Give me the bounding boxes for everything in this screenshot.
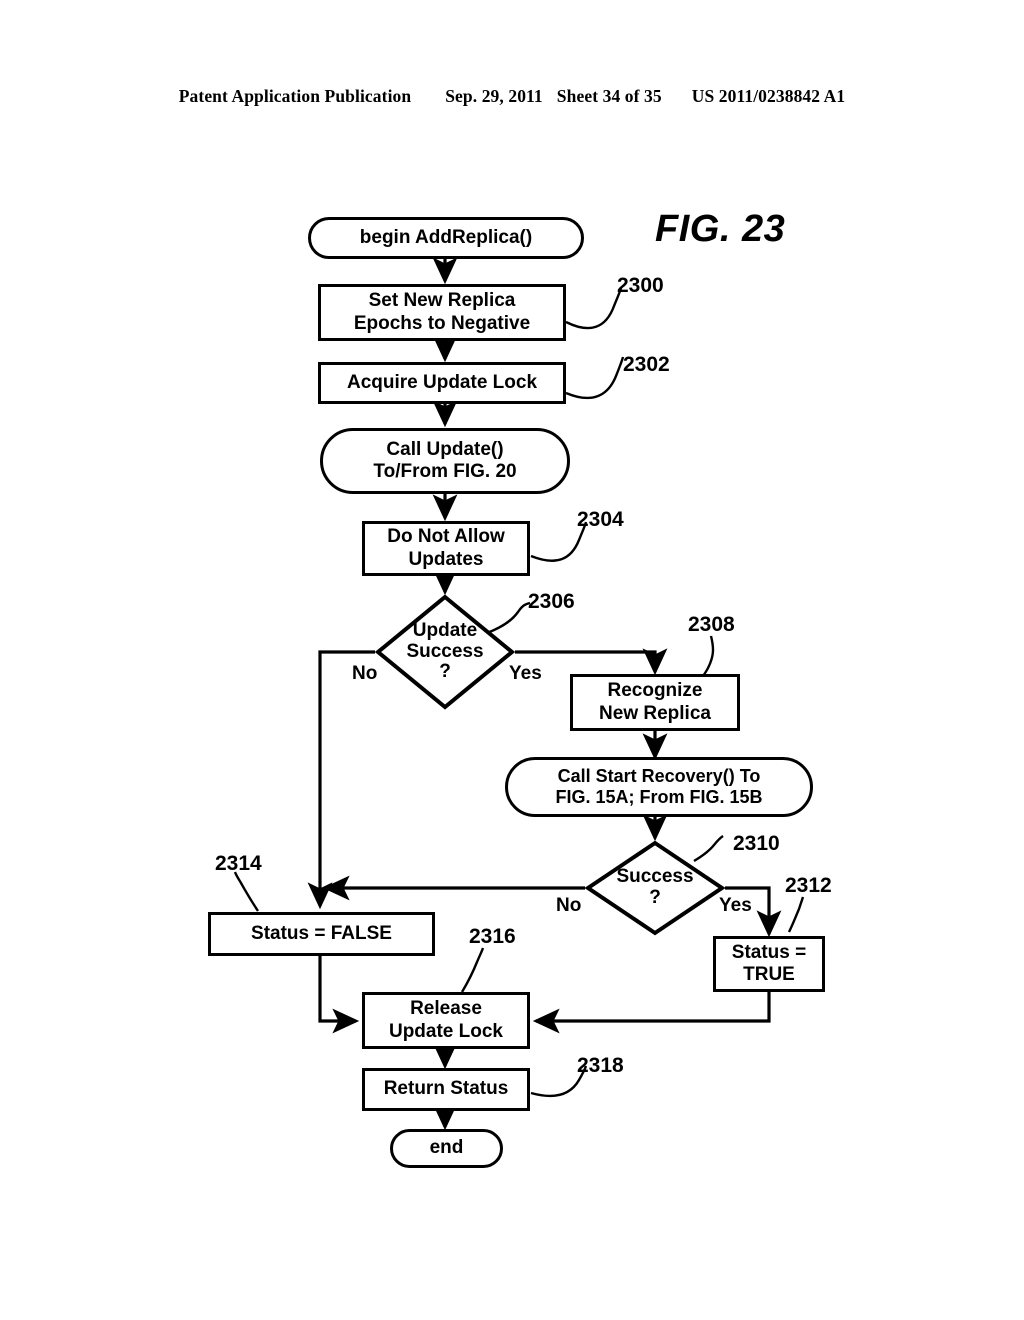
node-return-status-label: Return Status <box>383 1078 509 1100</box>
wire-update-success-no-to-status-false <box>307 650 375 910</box>
ref-numeral-2302: 2302 <box>623 353 670 376</box>
node-end-label: end <box>429 1137 464 1159</box>
node-set-new-replica-epochs-label: Set New Replica Epochs to Negative <box>353 290 531 334</box>
node-begin-label: begin AddReplica() <box>359 226 533 248</box>
patent-figure-page: Patent Application Publication Sep. 29, 2… <box>0 0 1024 1320</box>
ref-numeral-2308: 2308 <box>688 613 735 636</box>
ref-numeral-2316: 2316 <box>469 925 516 948</box>
node-release-update-lock[interactable]: Release Update Lock <box>362 992 530 1049</box>
node-do-not-allow-updates-label: Do Not Allow Updates <box>387 526 505 570</box>
node-call-start-recovery[interactable]: Call Start Recovery() To FIG. 15A; From … <box>505 757 813 817</box>
ref-numeral-2300: 2300 <box>617 274 664 297</box>
node-acquire-update-lock-label: Acquire Update Lock <box>346 371 538 393</box>
ref-numeral-2318: 2318 <box>577 1054 624 1077</box>
branch-label-success-no: No <box>556 895 582 916</box>
node-release-update-lock-label: Release Update Lock <box>388 998 504 1042</box>
success-diamond-shape <box>584 840 726 936</box>
node-status-true[interactable]: Status = TRUE <box>713 936 825 992</box>
ref-numeral-2306: 2306 <box>528 590 575 613</box>
node-recognize-new-replica-label: Recognize New Replica <box>599 680 711 724</box>
node-status-false[interactable]: Status = FALSE <box>208 912 435 956</box>
node-do-not-allow-updates[interactable]: Do Not Allow Updates <box>362 521 530 576</box>
node-status-true-label: Status = TRUE <box>731 941 807 985</box>
update-success-diamond-shape <box>374 594 516 710</box>
ref-numeral-2312: 2312 <box>785 874 832 897</box>
node-call-update-label: Call Update() To/From FIG. 20 <box>373 438 517 482</box>
wire-status-false-to-release-lock <box>318 955 360 1034</box>
ref-numeral-2304: 2304 <box>577 508 624 531</box>
node-begin[interactable]: begin AddReplica() <box>308 217 584 259</box>
node-recognize-new-replica[interactable]: Recognize New Replica <box>570 674 740 731</box>
node-status-false-label: Status = FALSE <box>251 922 392 944</box>
branch-label-update-success-no: No <box>352 663 378 684</box>
node-end[interactable]: end <box>390 1129 503 1168</box>
node-success-decision[interactable]: Success ? <box>584 840 726 936</box>
node-return-status[interactable]: Return Status <box>362 1068 530 1111</box>
ref-numeral-2310: 2310 <box>733 832 780 855</box>
wire-status-true-to-release-lock <box>532 992 771 1034</box>
node-call-start-recovery-label: Call Start Recovery() To FIG. 15A; From … <box>555 766 763 807</box>
node-acquire-update-lock[interactable]: Acquire Update Lock <box>318 362 566 404</box>
node-call-update[interactable]: Call Update() To/From FIG. 20 <box>320 428 570 494</box>
node-set-new-replica-epochs[interactable]: Set New Replica Epochs to Negative <box>318 284 566 341</box>
branch-label-success-yes: Yes <box>719 895 752 916</box>
branch-label-update-success-yes: Yes <box>509 663 542 684</box>
ref-numeral-2314: 2314 <box>215 852 262 875</box>
node-update-success-decision[interactable]: Update Success ? <box>374 594 516 710</box>
